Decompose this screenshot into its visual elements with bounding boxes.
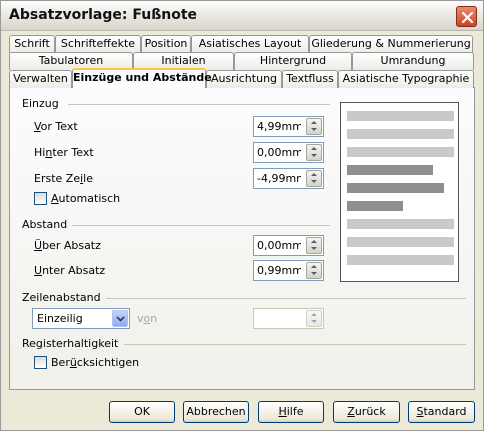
tab-ausrichtung[interactable]: Ausrichtung <box>206 70 282 88</box>
hinter-text-spinfield[interactable] <box>253 142 324 163</box>
spin-down-icon[interactable] <box>311 272 317 275</box>
hinter-text-input[interactable] <box>254 143 304 162</box>
spin-up-icon[interactable] <box>311 313 317 316</box>
automatisch-label[interactable]: Automatisch <box>51 192 120 205</box>
standard-button[interactable]: Standard <box>408 401 475 423</box>
tab-asiatische-typographie[interactable]: Asiatische Typographie <box>338 70 474 88</box>
von-spinfield[interactable] <box>253 308 324 329</box>
unter-absatz-input[interactable] <box>254 261 304 280</box>
dialog-window: Absatzvorlage: Fußnote Schrift Schriftef… <box>0 0 484 431</box>
erste-zeile-label: Erste Zeile <box>34 172 93 185</box>
section-zeilenabstand-title: Zeilenabstand <box>22 291 101 304</box>
preview-line <box>347 165 433 175</box>
close-button[interactable] <box>456 6 477 27</box>
spin-up-icon[interactable] <box>311 121 317 124</box>
spin-up-icon[interactable] <box>311 265 317 268</box>
unter-absatz-spin-buttons[interactable] <box>306 262 322 279</box>
spin-up-icon[interactable] <box>311 147 317 150</box>
spin-down-icon[interactable] <box>311 154 317 157</box>
von-spin-buttons[interactable] <box>306 310 322 327</box>
hinter-text-spin-buttons[interactable] <box>306 144 322 161</box>
tab-schrift[interactable]: Schrift <box>9 35 55 53</box>
section-einzug-title: Einzug <box>22 97 59 110</box>
abbrechen-button[interactable]: Abbrechen <box>183 401 249 423</box>
section-divider <box>68 104 330 105</box>
von-label: von <box>137 312 158 325</box>
vor-text-spinfield[interactable] <box>253 116 324 137</box>
vor-text-input[interactable] <box>254 117 304 136</box>
tab-umrandung[interactable]: Umrandung <box>352 52 474 70</box>
title-bar[interactable]: Absatzvorlage: Fußnote <box>1 1 483 31</box>
erste-zeile-spinfield[interactable] <box>253 168 324 189</box>
tab-textfluss[interactable]: Textfluss <box>282 70 338 88</box>
tab-gliederung-nummerierung[interactable]: Gliederung & Nummerierung <box>309 35 473 53</box>
tab-einzuege-und-abstaende[interactable]: Einzüge und Abstände <box>72 68 212 88</box>
section-divider <box>124 344 466 345</box>
preview-line <box>347 147 454 157</box>
tab-schrifteffekte[interactable]: Schrifteffekte <box>55 35 141 53</box>
spin-down-icon[interactable] <box>311 128 317 131</box>
erste-zeile-input[interactable] <box>254 169 304 188</box>
tab-row-1: Schrift Schrifteffekte Position Asiatisc… <box>9 35 475 53</box>
preview-line <box>347 237 454 247</box>
zeilenabstand-selected-value: Einzeilig <box>37 312 83 325</box>
chevron-down-icon <box>116 316 125 322</box>
zurueck-button[interactable]: Zurück <box>333 401 400 423</box>
tab-hintergrund[interactable]: Hintergrund <box>234 52 352 70</box>
tab-panel: Einzug Vor Text Hinter Text Erste Zeile … <box>9 87 475 390</box>
tab-position[interactable]: Position <box>141 35 191 53</box>
vor-text-label: Vor Text <box>34 120 78 133</box>
automatisch-checkbox[interactable] <box>34 192 47 205</box>
preview-line <box>347 201 403 211</box>
beruecksichtigen-label[interactable]: Berücksichtigen <box>51 356 139 369</box>
spin-down-icon[interactable] <box>311 180 317 183</box>
paragraph-preview <box>340 102 459 282</box>
section-divider <box>106 298 466 299</box>
ok-button[interactable]: OK <box>109 401 175 423</box>
hilfe-button[interactable]: Hilfe <box>258 401 324 423</box>
spin-down-icon[interactable] <box>311 320 317 323</box>
zeilenabstand-select[interactable]: Einzeilig <box>32 308 130 329</box>
section-abstand-title: Abstand <box>22 218 68 231</box>
unter-absatz-spinfield[interactable] <box>253 260 324 281</box>
unter-absatz-label: Unter Absatz <box>34 264 106 277</box>
spin-up-icon[interactable] <box>311 240 317 243</box>
spin-down-icon[interactable] <box>311 247 317 250</box>
von-input[interactable] <box>254 309 304 328</box>
preview-line <box>347 129 454 139</box>
preview-line <box>347 111 454 121</box>
preview-line <box>347 219 454 229</box>
ueber-absatz-label: Über Absatz <box>34 239 101 252</box>
section-divider <box>72 225 330 226</box>
preview-line <box>347 183 444 193</box>
erste-zeile-spin-buttons[interactable] <box>306 170 322 187</box>
ueber-absatz-spinfield[interactable] <box>253 235 324 256</box>
tab-asiatisches-layout[interactable]: Asiatisches Layout <box>191 35 309 53</box>
preview-line <box>347 255 454 265</box>
ueber-absatz-spin-buttons[interactable] <box>306 237 322 254</box>
ueber-absatz-input[interactable] <box>254 236 304 255</box>
tab-verwalten[interactable]: Verwalten <box>9 70 72 88</box>
close-icon <box>461 11 474 24</box>
tab-row-3: Verwalten Einzüge und Abstände Ausrichtu… <box>9 68 475 88</box>
dialog-title: Absatzvorlage: Fußnote <box>9 7 198 23</box>
hinter-text-label: Hinter Text <box>34 146 94 159</box>
vor-text-spin-buttons[interactable] <box>306 118 322 135</box>
section-registerhaltigkeit-title: Registerhaltigkeit <box>22 337 119 350</box>
beruecksichtigen-checkbox[interactable] <box>34 356 47 369</box>
dropdown-button[interactable] <box>112 310 128 327</box>
spin-up-icon[interactable] <box>311 173 317 176</box>
